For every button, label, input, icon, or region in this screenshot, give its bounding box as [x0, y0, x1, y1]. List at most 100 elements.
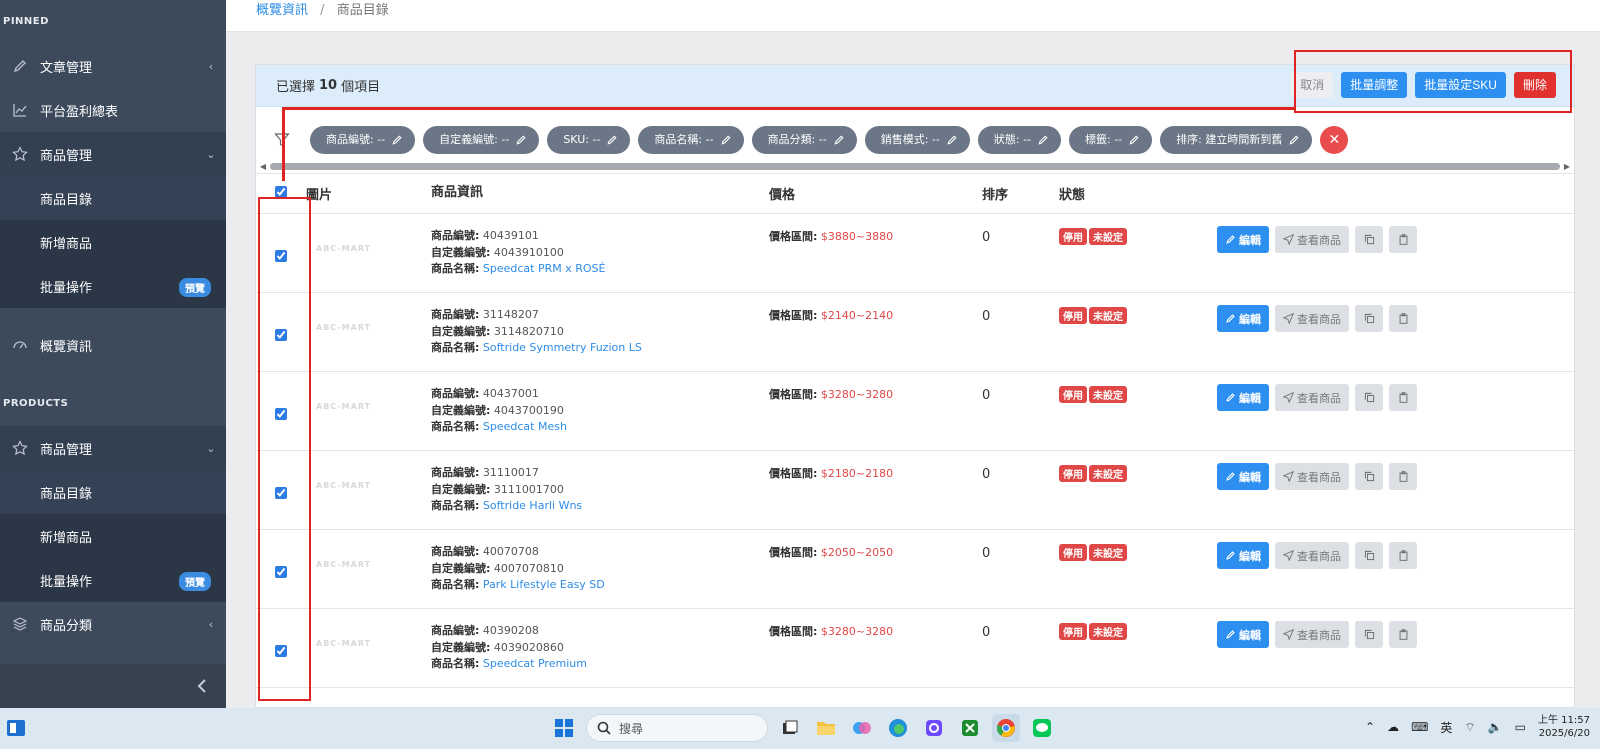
edit-button[interactable]: 編輯: [1217, 305, 1269, 332]
widgets-icon[interactable]: [6, 718, 26, 738]
view-product-button[interactable]: 查看商品: [1275, 384, 1349, 411]
xbox-icon[interactable]: [956, 714, 984, 742]
price-range-label: 價格區間:: [769, 388, 818, 401]
paste-button[interactable]: [1389, 226, 1417, 253]
filter-chip-category[interactable]: 商品分類: --: [751, 126, 857, 154]
select-all-checkbox[interactable]: [275, 185, 287, 198]
view-product-button[interactable]: 查看商品: [1275, 226, 1349, 253]
task-view-icon[interactable]: [776, 714, 804, 742]
volume-icon[interactable]: 🔈: [1488, 720, 1503, 734]
sidebar-item-product-management-2[interactable]: 商品管理 ⌄: [0, 426, 226, 470]
send-icon: [1283, 392, 1294, 403]
sidebar-subitem-batch-2[interactable]: 批量操作 預覽: [0, 558, 226, 602]
view-product-button[interactable]: 查看商品: [1275, 305, 1349, 332]
copy-button[interactable]: [1355, 463, 1383, 490]
paste-button[interactable]: [1389, 621, 1417, 648]
sidebar-item-overview[interactable]: 概覽資訊: [0, 323, 226, 367]
sidebar-item-category[interactable]: 商品分類 ‹: [0, 602, 226, 646]
product-name-link[interactable]: Park Lifestyle Easy SD: [483, 578, 605, 591]
filter-chip-sales-mode[interactable]: 銷售模式: --: [864, 126, 970, 154]
price-range: $3880~3880: [820, 230, 894, 243]
battery-icon[interactable]: ▭: [1515, 720, 1526, 734]
product-code: 40070708: [482, 545, 539, 558]
copy-icon: [1364, 234, 1375, 245]
copy-button[interactable]: [1355, 305, 1383, 332]
paste-button[interactable]: [1389, 305, 1417, 332]
edit-button[interactable]: 編輯: [1217, 384, 1269, 411]
clear-filters-button[interactable]: ✕: [1320, 126, 1349, 154]
filter-chip-label: 自定義編號: --: [439, 133, 510, 146]
filter-chip-product-name[interactable]: 商品名稱: --: [638, 126, 744, 154]
product-thumbnail[interactable]: ABC-MART: [316, 402, 431, 411]
product-name-link[interactable]: Speedcat Premium: [483, 657, 587, 670]
sidebar-subitem-batch[interactable]: 批量操作 預覽: [0, 264, 226, 308]
breadcrumb-overview-link[interactable]: 概覽資訊: [256, 3, 308, 18]
sidebar-subitem-catalog[interactable]: 商品目錄: [0, 176, 226, 220]
product-thumbnail[interactable]: ABC-MART: [316, 323, 431, 332]
horizontal-scrollbar[interactable]: ◀ ▶: [256, 161, 1574, 171]
product-name-link[interactable]: Softride Symmetry Fuzion LS: [483, 341, 642, 354]
filter-chip-custom-code[interactable]: 自定義編號: --: [423, 126, 540, 154]
product-thumbnail[interactable]: ABC-MART: [316, 560, 431, 569]
product-thumbnail-cell: ABC-MART: [306, 372, 431, 451]
keyboard-icon[interactable]: ⌨: [1411, 720, 1428, 734]
taskbar-search[interactable]: 搜尋: [586, 714, 768, 742]
custom-code-label: 自定義編號:: [431, 403, 491, 417]
product-name-link[interactable]: Speedcat Mesh: [483, 420, 567, 433]
sidebar-item-articles[interactable]: 文章管理 ‹: [0, 44, 226, 88]
sidebar-collapse-button[interactable]: [0, 664, 226, 708]
copy-button[interactable]: [1355, 226, 1383, 253]
product-name-link[interactable]: Speedcat PRM x ROSÉ: [483, 262, 606, 275]
clock[interactable]: 上午 11:57 2025/6/20: [1538, 714, 1590, 740]
filter-chip-tag[interactable]: 標籤: --: [1069, 126, 1153, 154]
status-badge-unset: 未設定: [1089, 386, 1127, 403]
wifi-icon[interactable]: ⌔: [1464, 720, 1475, 735]
sidebar-subitem-add-product[interactable]: 新增商品: [0, 220, 226, 264]
copy-button[interactable]: [1355, 621, 1383, 648]
filter-chip-sku[interactable]: SKU: --: [547, 126, 631, 154]
paste-button[interactable]: [1389, 463, 1417, 490]
scroll-thumb[interactable]: [270, 162, 1560, 170]
view-product-button[interactable]: 查看商品: [1275, 621, 1349, 648]
onedrive-icon[interactable]: ☁: [1387, 720, 1399, 734]
filter-chip-product-code[interactable]: 商品編號: --: [310, 126, 416, 154]
sidebar-item-profit-report[interactable]: 平台盈利總表: [0, 88, 226, 132]
paste-button[interactable]: [1389, 542, 1417, 569]
sidebar-subitem-add-product-2[interactable]: 新增商品: [0, 514, 226, 558]
product-thumbnail[interactable]: ABC-MART: [316, 481, 431, 490]
sidebar-item-product-management[interactable]: 商品管理 ⌄: [0, 132, 226, 176]
ime-indicator[interactable]: 英: [1440, 719, 1452, 736]
view-product-button[interactable]: 查看商品: [1275, 463, 1349, 490]
edit-button[interactable]: 編輯: [1217, 226, 1269, 253]
edit-button[interactable]: 編輯: [1217, 463, 1269, 490]
line-icon[interactable]: [1028, 714, 1056, 742]
proton-vpn-icon[interactable]: [920, 714, 948, 742]
start-button[interactable]: [550, 714, 578, 742]
tray-overflow-icon[interactable]: ⌃: [1365, 720, 1375, 734]
product-name-label: 商品名稱:: [431, 341, 480, 354]
product-code-label: 商品編號:: [431, 545, 480, 558]
filter-chip-status[interactable]: 狀態: --: [977, 126, 1062, 154]
paste-button[interactable]: [1389, 384, 1417, 411]
sidebar-subitem-catalog-2[interactable]: 商品目錄: [0, 470, 226, 514]
filter-chip-label: SKU: --: [563, 133, 601, 146]
highlight-box-batch-actions: [1294, 50, 1572, 113]
scroll-left-icon[interactable]: ◀: [256, 162, 270, 171]
copy-button[interactable]: [1355, 384, 1383, 411]
scroll-right-icon[interactable]: ▶: [1560, 162, 1574, 171]
chrome-icon[interactable]: [992, 714, 1020, 742]
product-thumbnail[interactable]: ABC-MART: [316, 639, 431, 648]
edit-button[interactable]: 編輯: [1217, 542, 1269, 569]
view-product-button[interactable]: 查看商品: [1275, 542, 1349, 569]
edge-icon[interactable]: [884, 714, 912, 742]
file-explorer-icon[interactable]: [812, 714, 840, 742]
filter-chip-sort[interactable]: 排序: 建立時間新到舊: [1160, 126, 1313, 154]
price-range-label: 價格區間:: [769, 467, 818, 480]
product-thumbnail[interactable]: ABC-MART: [316, 244, 431, 253]
edit-button[interactable]: 編輯: [1217, 621, 1269, 648]
copy-button[interactable]: [1355, 542, 1383, 569]
sidebar-subitem-label: 批量操作: [40, 280, 93, 296]
product-name-link[interactable]: Softride Harli Wns: [483, 499, 582, 512]
copilot-icon[interactable]: [848, 714, 876, 742]
layers-icon: [0, 616, 40, 632]
